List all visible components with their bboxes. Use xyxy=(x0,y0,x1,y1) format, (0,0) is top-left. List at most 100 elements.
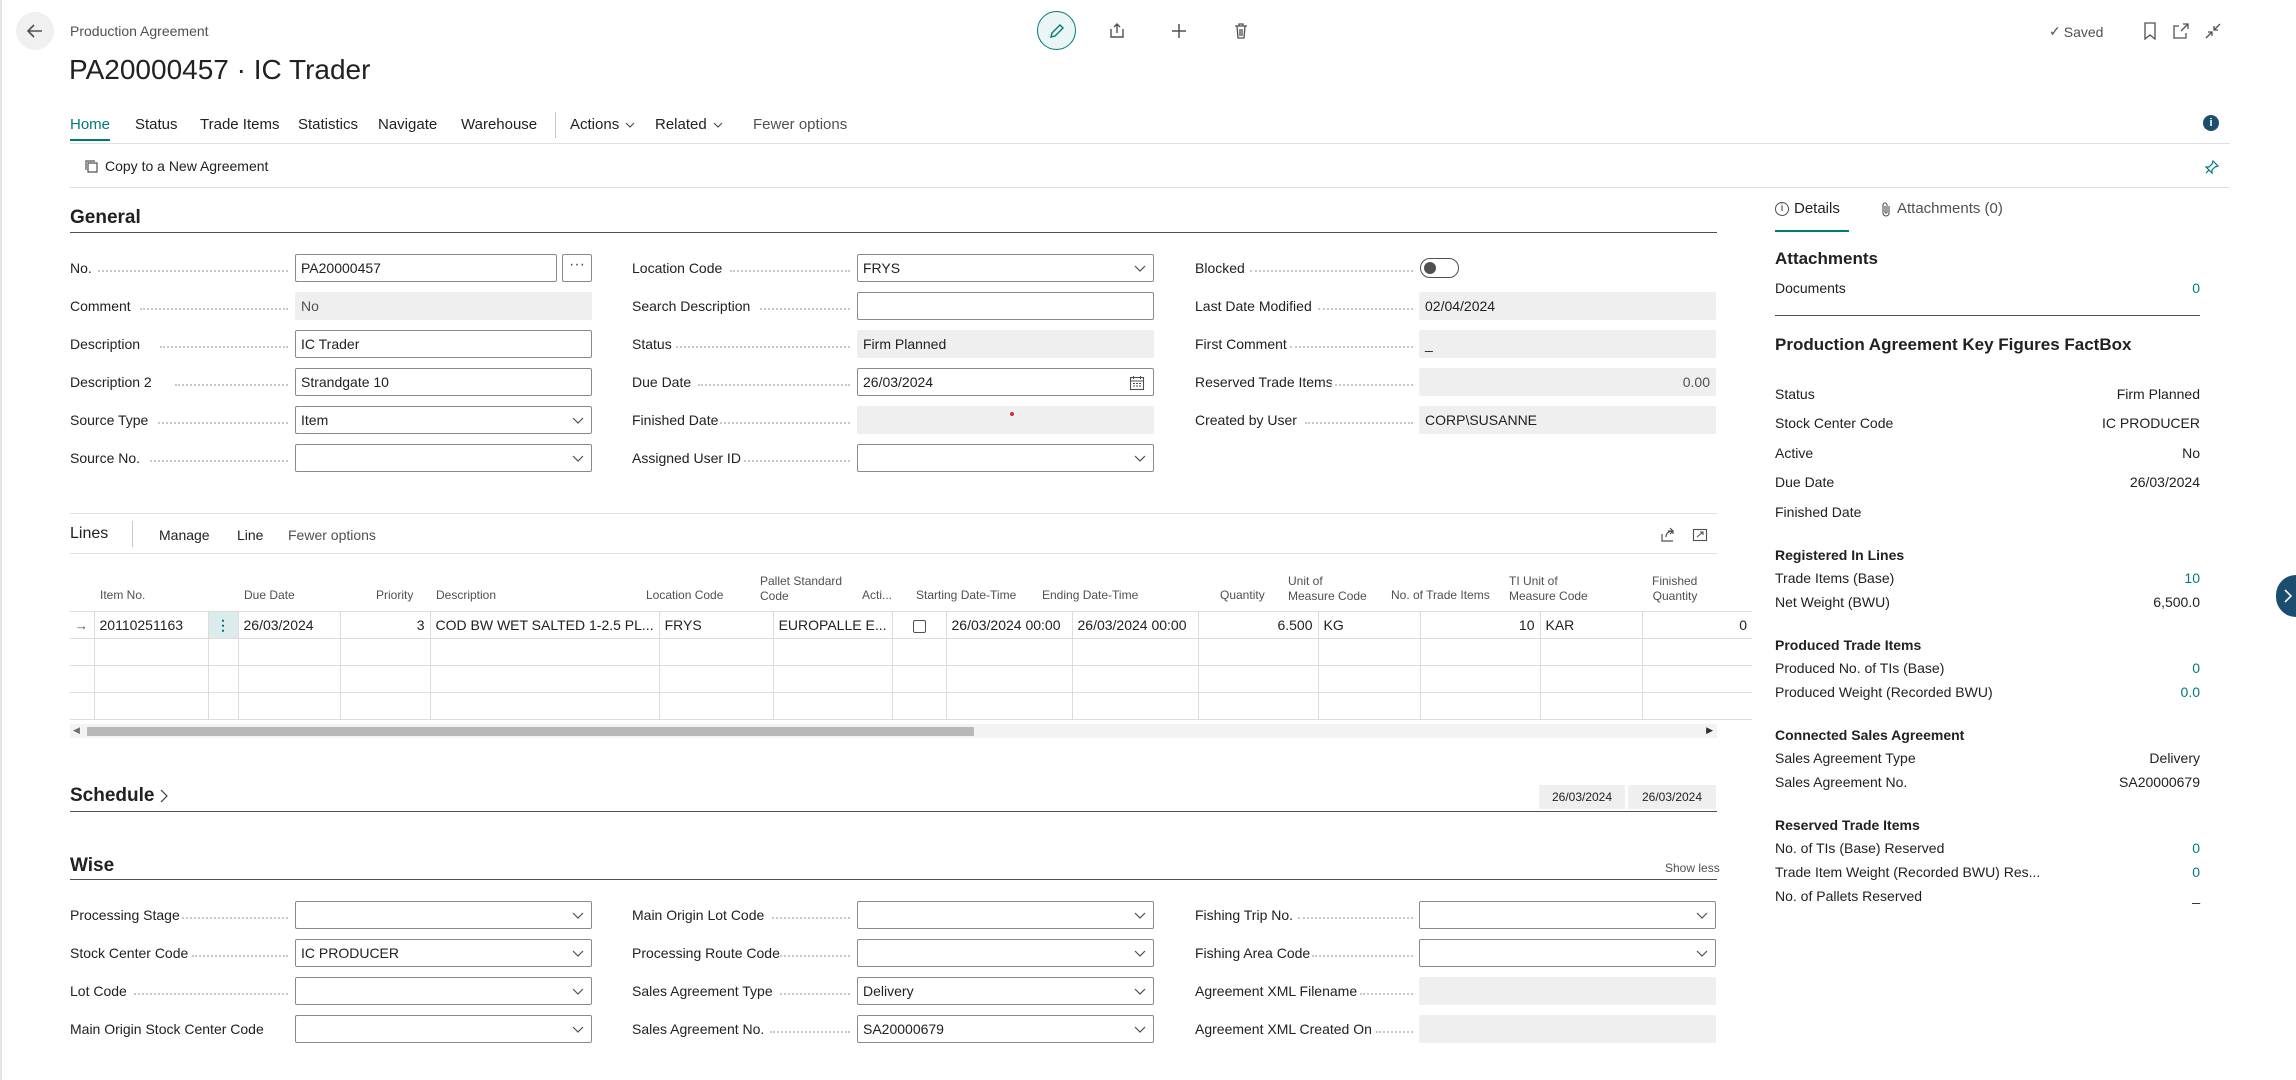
scroll-left-icon[interactable]: ◀ xyxy=(73,725,80,736)
col-unit-of-measure[interactable]: Unit of Measure Code xyxy=(1288,574,1367,604)
fb-reserved-no-value[interactable]: 0 xyxy=(2000,840,2200,856)
empty-cell[interactable] xyxy=(429,638,660,666)
empty-cell[interactable] xyxy=(1317,692,1421,720)
no-field[interactable]: PA20000457 xyxy=(295,254,557,282)
cell-pallet-standard-code[interactable]: EUROPALLE E... xyxy=(772,611,893,639)
stock-center-code-select[interactable]: IC PRODUCER xyxy=(295,939,592,967)
empty-cell[interactable] xyxy=(1197,638,1319,666)
empty-cell[interactable] xyxy=(1419,638,1541,666)
show-less-button[interactable]: Show less xyxy=(1665,861,1720,875)
location-code-select[interactable]: FRYS xyxy=(857,254,1154,282)
col-no-of-trade-items[interactable]: No. of Trade Items xyxy=(1391,588,1490,603)
lines-expand-button[interactable] xyxy=(1690,525,1710,545)
row-menu-button[interactable]: ⋮ xyxy=(207,611,239,639)
processing-route-code-select[interactable] xyxy=(857,939,1154,967)
factbox-toggle-button[interactable] xyxy=(2276,575,2296,617)
fb-produced-no-value[interactable]: 0 xyxy=(2000,660,2200,676)
empty-cell[interactable] xyxy=(1419,665,1541,693)
empty-cell[interactable] xyxy=(1641,638,1752,666)
fb-reserved-weight-value[interactable]: 0 xyxy=(2000,864,2200,880)
col-finished-quantity[interactable]: Finished Quantity xyxy=(1652,574,1697,604)
empty-cell[interactable] xyxy=(237,665,341,693)
blocked-toggle[interactable] xyxy=(1420,258,1459,278)
tab-home[interactable]: Home xyxy=(70,116,111,141)
copy-agreement-button[interactable]: Copy to a New Agreement xyxy=(84,158,268,174)
sales-agreement-type-select[interactable]: Delivery xyxy=(857,977,1154,1005)
scrollbar-thumb[interactable] xyxy=(87,727,974,736)
search-description-field[interactable] xyxy=(857,292,1154,320)
empty-cell[interactable] xyxy=(339,665,431,693)
info-button[interactable]: i xyxy=(2203,115,2219,131)
empty-cell[interactable] xyxy=(891,692,947,720)
assigned-user-select[interactable] xyxy=(857,444,1154,472)
empty-cell[interactable] xyxy=(945,665,1073,693)
empty-cell[interactable] xyxy=(339,692,431,720)
empty-cell[interactable] xyxy=(1071,692,1199,720)
empty-cell[interactable] xyxy=(1071,665,1199,693)
cell-ending-date-time[interactable]: 26/03/2024 00:00 xyxy=(1071,611,1199,639)
cell-description[interactable]: COD BW WET SALTED 1-2.5 PL... xyxy=(429,611,660,639)
cell-ti-unit-of-measure[interactable]: KAR xyxy=(1539,611,1643,639)
empty-cell[interactable] xyxy=(1419,692,1541,720)
table-row[interactable] xyxy=(70,638,1752,666)
empty-cell[interactable] xyxy=(93,665,209,693)
col-priority[interactable]: Priority xyxy=(376,588,413,603)
empty-cell[interactable] xyxy=(945,692,1073,720)
empty-cell[interactable] xyxy=(237,692,341,720)
col-active[interactable]: Acti... xyxy=(862,588,892,603)
empty-cell[interactable] xyxy=(429,665,660,693)
fb-trade-items-base-value[interactable]: 10 xyxy=(2000,570,2200,586)
source-type-select[interactable]: Item xyxy=(295,406,592,434)
empty-cell[interactable] xyxy=(772,638,893,666)
empty-cell[interactable] xyxy=(1197,692,1319,720)
schedule-section-header[interactable]: Schedule xyxy=(70,785,170,807)
col-due-date[interactable]: Due Date xyxy=(244,588,295,603)
tab-status[interactable]: Status xyxy=(135,116,178,133)
cell-unit-of-measure[interactable]: KG xyxy=(1317,611,1421,639)
calendar-icon[interactable] xyxy=(1129,375,1145,394)
fb-produced-weight-value[interactable]: 0.0 xyxy=(2000,684,2200,700)
lot-code-select[interactable] xyxy=(295,977,592,1005)
tab-trade-items[interactable]: Trade Items xyxy=(200,116,279,133)
tab-statistics[interactable]: Statistics xyxy=(298,116,358,133)
description-2-field[interactable]: Strandgate 10 xyxy=(295,368,592,396)
table-row[interactable] xyxy=(70,665,1752,693)
empty-cell[interactable] xyxy=(945,638,1073,666)
cell-no-of-trade-items[interactable]: 10 xyxy=(1419,611,1541,639)
factbox-tab-attachments[interactable]: Attachments (0) xyxy=(1880,200,2003,217)
empty-cell[interactable] xyxy=(429,692,660,720)
lines-share-button[interactable] xyxy=(1658,525,1678,545)
empty-cell[interactable] xyxy=(93,638,209,666)
empty-cell[interactable] xyxy=(339,638,431,666)
empty-cell[interactable] xyxy=(658,665,774,693)
lines-fewer-options[interactable]: Fewer options xyxy=(288,527,376,543)
empty-cell[interactable] xyxy=(1539,665,1643,693)
tab-warehouse[interactable]: Warehouse xyxy=(461,116,537,133)
scroll-right-icon[interactable]: ▶ xyxy=(1706,725,1713,736)
share-button[interactable] xyxy=(1104,18,1130,44)
cell-due-date[interactable]: 26/03/2024 xyxy=(237,611,341,639)
empty-cell[interactable] xyxy=(1317,665,1421,693)
cell-starting-date-time[interactable]: 26/03/2024 00:00 xyxy=(945,611,1073,639)
fb-documents-value[interactable]: 0 xyxy=(2100,280,2200,296)
col-ending-date-time[interactable]: Ending Date-Time xyxy=(1042,588,1138,603)
open-new-window-button[interactable] xyxy=(2170,18,2192,44)
fewer-options-button[interactable]: Fewer options xyxy=(753,116,847,133)
source-no-select[interactable] xyxy=(295,444,592,472)
col-location-code[interactable]: Location Code xyxy=(646,588,723,603)
col-pallet-standard-code[interactable]: Pallet Standard Code xyxy=(760,574,842,604)
empty-cell[interactable] xyxy=(1317,638,1421,666)
actions-menu[interactable]: Actions xyxy=(570,116,635,133)
delete-button[interactable] xyxy=(1228,18,1254,44)
edit-button[interactable] xyxy=(1037,11,1076,50)
tab-navigate[interactable]: Navigate xyxy=(378,116,437,133)
fishing-trip-no-select[interactable] xyxy=(1419,901,1716,929)
new-button[interactable] xyxy=(1166,18,1192,44)
table-row[interactable] xyxy=(70,692,1752,720)
empty-cell[interactable] xyxy=(1539,692,1643,720)
lines-line-menu[interactable]: Line xyxy=(237,527,263,543)
col-quantity[interactable]: Quantity xyxy=(1220,588,1265,603)
empty-cell[interactable] xyxy=(891,638,947,666)
sales-agreement-no-select[interactable]: SA20000679 xyxy=(857,1015,1154,1043)
description-field[interactable]: IC Trader xyxy=(295,330,592,358)
